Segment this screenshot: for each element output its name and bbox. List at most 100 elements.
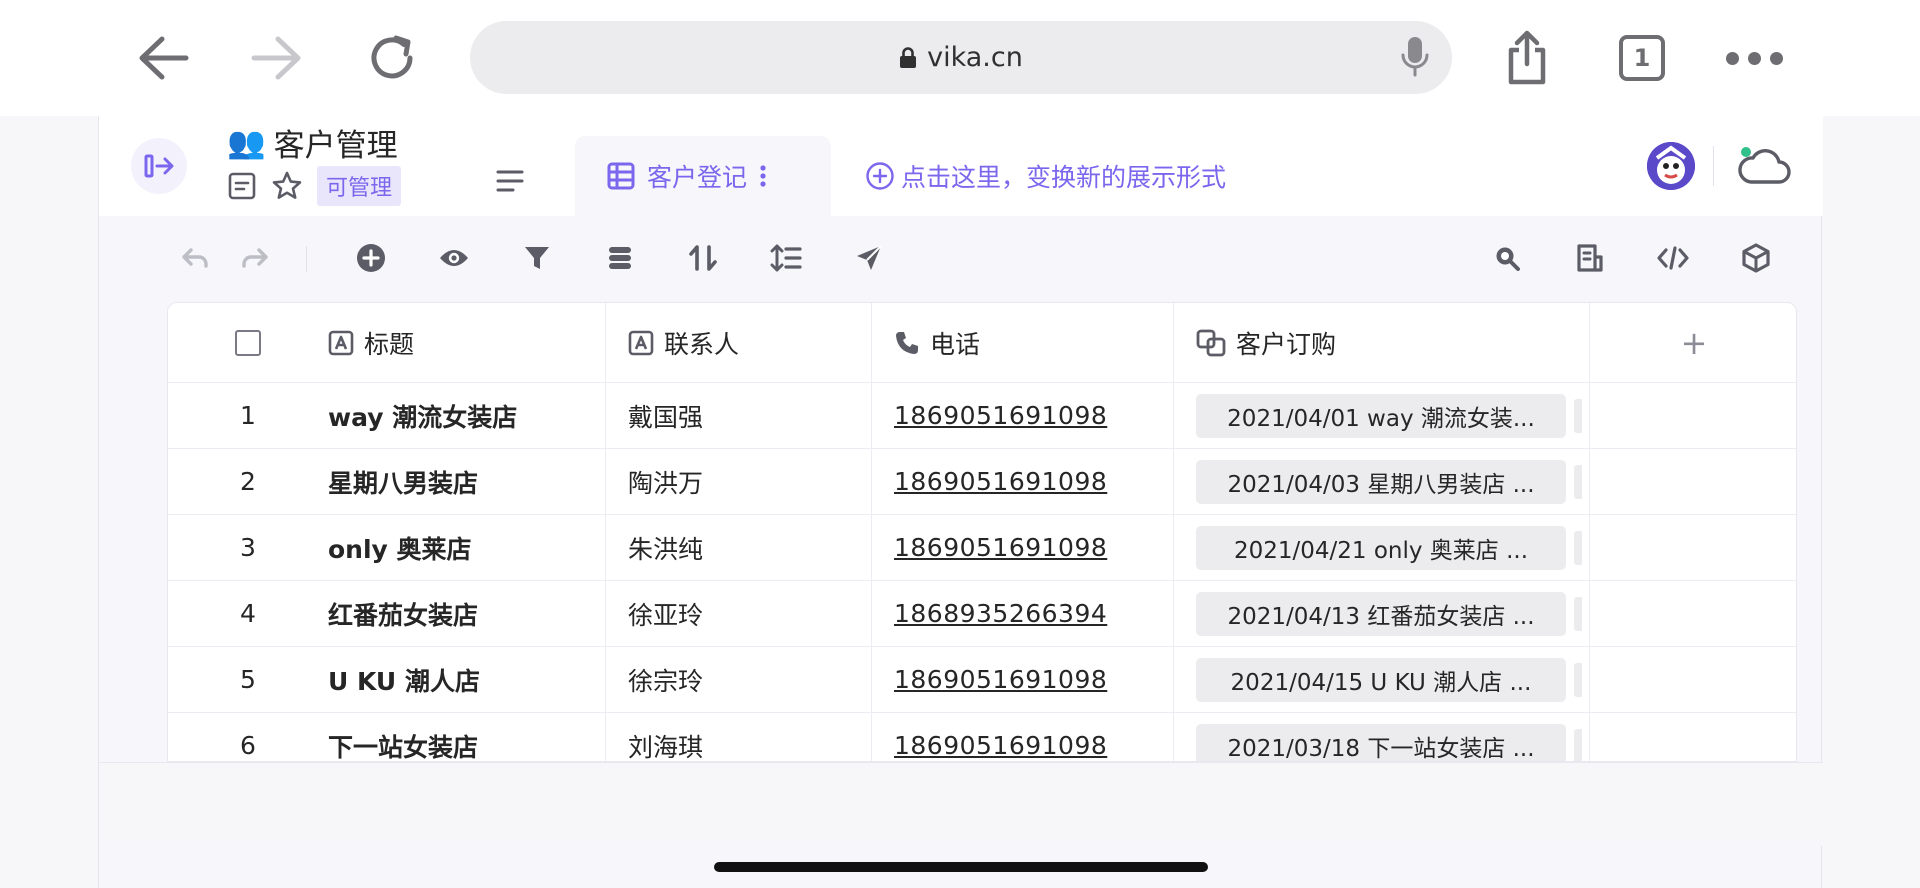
eye-icon	[440, 250, 468, 266]
arrow-right-icon	[251, 36, 301, 80]
select-all-cell[interactable]	[168, 303, 328, 382]
order-tag[interactable]: 2021/04/03 星期八男装店 ...	[1196, 459, 1566, 504]
order-tag[interactable]: 2021/04/15 U KU 潮人店 ...	[1196, 657, 1566, 702]
select-all-checkbox[interactable]	[235, 329, 261, 356]
cell-phone[interactable]: 1869051691098	[872, 713, 1174, 761]
row-index: 6	[240, 731, 256, 760]
table-row[interactable]: 5 U KU 潮人店 徐宗玲 1869051691098 2021/04/15 …	[168, 647, 1796, 713]
add-view-button[interactable]: 点击这里，变换新的展示形式	[865, 158, 1226, 194]
home-indicator[interactable]	[714, 862, 1208, 872]
cell-contact[interactable]: 陶洪万	[606, 449, 872, 514]
order-tag[interactable]: 2021/03/18 下一站女装店 ...	[1196, 723, 1566, 761]
sort-button[interactable]	[685, 240, 721, 276]
cell-title[interactable]: 红番茄女装店	[328, 581, 606, 646]
row-height-button[interactable]	[768, 240, 804, 276]
cell-empty	[1590, 383, 1796, 448]
address-bar[interactable]: vika.cn	[470, 21, 1452, 94]
microphone-icon[interactable]	[1400, 35, 1430, 79]
tab-customer-registration[interactable]: 客户登记	[575, 136, 831, 216]
phone-link[interactable]: 1869051691098	[894, 467, 1107, 496]
row-index: 5	[240, 665, 256, 694]
cell-order[interactable]: 2021/03/18 下一站女装店 ...	[1174, 713, 1590, 761]
share-button[interactable]	[1495, 26, 1559, 90]
table-row[interactable]: 6 下一站女装店 刘海琪 1869051691098 2021/03/18 下一…	[168, 713, 1796, 761]
reload-button[interactable]	[360, 26, 424, 90]
cell-order[interactable]: 2021/04/21 only 奥莱店 ...	[1174, 515, 1590, 580]
arrow-left-icon	[139, 36, 189, 80]
cell-contact[interactable]: 徐宗玲	[606, 647, 872, 712]
tabs-button[interactable]: 1	[1619, 35, 1665, 81]
cell-phone[interactable]: 1869051691098	[872, 647, 1174, 712]
column-label: 电话	[930, 329, 981, 359]
table-row[interactable]: 2 星期八男装店 陶洪万 1869051691098 2021/04/03 星期…	[168, 449, 1796, 515]
browser-toolbar: vika.cn 1	[0, 0, 1920, 116]
cell-contact[interactable]: 朱洪纯	[606, 515, 872, 580]
collapse-sidebar-button[interactable]	[131, 138, 187, 194]
order-tag[interactable]: 2021/04/13 红番茄女装店 ...	[1196, 591, 1566, 636]
view-list-icon[interactable]	[495, 168, 525, 194]
order-tag[interactable]: 2021/04/21 only 奥莱店 ...	[1196, 525, 1566, 570]
cell-contact[interactable]: 戴国强	[606, 383, 872, 448]
phone-link[interactable]: 1869051691098	[894, 665, 1107, 694]
cell-title[interactable]: U KU 潮人店	[328, 647, 606, 712]
cell-contact[interactable]: 徐亚玲	[606, 581, 872, 646]
description-icon[interactable]	[227, 171, 257, 201]
tag-overflow	[1574, 663, 1582, 697]
undo-button[interactable]	[177, 240, 213, 276]
cell-order[interactable]: 2021/04/13 红番茄女装店 ...	[1174, 581, 1590, 646]
title-emoji: 👥	[227, 125, 266, 161]
group-button[interactable]	[602, 240, 638, 276]
phone-link[interactable]: 1868935266394	[894, 599, 1107, 628]
api-button[interactable]	[1655, 240, 1691, 276]
table-row[interactable]: 4 红番茄女装店 徐亚玲 1868935266394 2021/04/13 红番…	[168, 581, 1796, 647]
form-button[interactable]	[1572, 240, 1608, 276]
cell-phone[interactable]: 1869051691098	[872, 449, 1174, 514]
column-header-order[interactable]: 客户订购	[1174, 303, 1590, 382]
phone-link[interactable]: 1869051691098	[894, 401, 1107, 430]
hide-fields-button[interactable]	[436, 240, 472, 276]
phone-link[interactable]: 1869051691098	[894, 533, 1107, 562]
table-row[interactable]: 1 way 潮流女装店 戴国强 1869051691098 2021/04/01…	[168, 383, 1796, 449]
cell-phone[interactable]: 1869051691098	[872, 383, 1174, 448]
column-header-phone[interactable]: 电话	[872, 303, 1174, 382]
avatar-image	[1647, 142, 1695, 190]
table-row[interactable]: 3 only 奥莱店 朱洪纯 1869051691098 2021/04/21 …	[168, 515, 1796, 581]
redo-button[interactable]	[237, 240, 273, 276]
tag-overflow	[1574, 399, 1582, 433]
text-field-icon	[628, 330, 654, 355]
widget-button[interactable]	[1738, 240, 1774, 276]
cell-title[interactable]: only 奥莱店	[328, 515, 606, 580]
add-column-button[interactable]: +	[1590, 303, 1796, 382]
back-button[interactable]	[132, 26, 196, 90]
cell-title[interactable]: 下一站女装店	[328, 713, 606, 761]
column-header-contact[interactable]: 联系人	[606, 303, 872, 382]
column-header-title[interactable]: 标题	[328, 303, 606, 382]
add-record-button[interactable]	[353, 240, 389, 276]
search-button[interactable]	[1489, 240, 1525, 276]
cell-order[interactable]: 2021/04/03 星期八男装店 ...	[1174, 449, 1590, 514]
forward-button[interactable]	[244, 26, 308, 90]
share-view-button[interactable]	[851, 240, 887, 276]
phone-link[interactable]: 1869051691098	[894, 731, 1107, 760]
share-icon	[1508, 30, 1546, 85]
cloud-sync-icon[interactable]	[1737, 144, 1793, 188]
more-vertical-icon[interactable]	[759, 163, 767, 189]
toolbar	[99, 216, 1823, 302]
cell-order[interactable]: 2021/04/01 way 潮流女装...	[1174, 383, 1590, 448]
row-height-icon	[770, 244, 802, 272]
cell-contact[interactable]: 刘海琪	[606, 713, 872, 761]
order-tag[interactable]: 2021/04/01 way 潮流女装...	[1196, 393, 1566, 438]
more-options-button[interactable]	[1726, 52, 1783, 65]
cell-order[interactable]: 2021/04/15 U KU 潮人店 ...	[1174, 647, 1590, 712]
permission-badge: 可管理	[317, 166, 402, 206]
filter-button[interactable]	[519, 240, 555, 276]
cell-phone[interactable]: 1869051691098	[872, 515, 1174, 580]
star-icon[interactable]	[271, 170, 303, 202]
cell-empty	[1590, 713, 1796, 761]
cell-phone[interactable]: 1868935266394	[872, 581, 1174, 646]
avatar[interactable]	[1647, 142, 1695, 190]
cell-title[interactable]: way 潮流女装店	[328, 383, 606, 448]
cell-empty	[1590, 581, 1796, 646]
page-background: 👥 客户管理 可管理 客户登记 点击这里，变换新的展示形式 标题 联系人 电话 …	[0, 116, 1920, 888]
cell-title[interactable]: 星期八男装店	[328, 449, 606, 514]
